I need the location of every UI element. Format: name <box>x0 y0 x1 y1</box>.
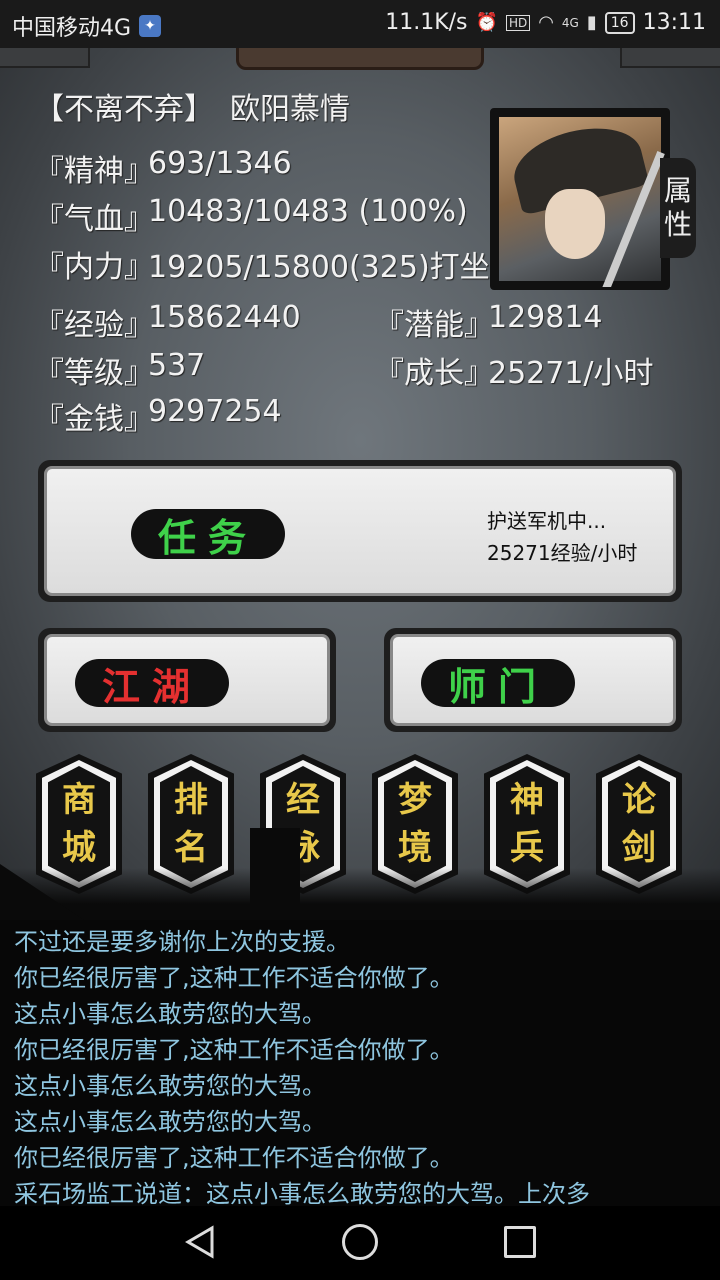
message-log[interactable]: 不过还是要多谢你上次的支援。 你已经很厉害了,这种工作不适合你做了。 这点小事怎… <box>0 920 720 1206</box>
jianghu-button[interactable]: 江湖 <box>38 628 336 732</box>
back-icon[interactable] <box>182 1224 218 1260</box>
divine-weapon-char-1: 神 <box>510 780 544 820</box>
stat-qixue-value: 10483/10483 (100%) <box>148 194 468 229</box>
network-type: 4G <box>561 15 579 30</box>
ranking-char-2: 名 <box>174 828 208 868</box>
log-line: 这点小事怎么敢劳您的大驾。 <box>14 1000 326 1028</box>
sword-duel-char-1: 论 <box>622 780 656 820</box>
stat-chengzhang-label: 『成长』 <box>374 356 494 391</box>
recent-apps-icon[interactable] <box>504 1226 536 1258</box>
log-line: 这点小事怎么敢劳您的大驾。 <box>14 1072 326 1100</box>
ranking-char-1: 排 <box>174 780 208 820</box>
task-status: 护送军机中... <box>487 509 607 533</box>
log-line: 你已经很厉害了,这种工作不适合你做了。 <box>14 1144 454 1172</box>
log-line: 你已经很厉害了,这种工作不适合你做了。 <box>14 964 454 992</box>
task-label-text: 任务 <box>157 514 258 560</box>
shimen-label: 师门 <box>421 659 575 709</box>
task-info: 护送军机中... 25271经验/小时 <box>487 505 637 569</box>
log-line: 采石场监工说道：这点小事怎么敢劳您的大驾。上次多 <box>14 1180 590 1206</box>
stat-dengji-value: 537 <box>148 348 206 383</box>
log-line: 这点小事怎么敢劳您的大驾。 <box>14 1108 326 1136</box>
character-name: 欧阳慕情 <box>230 92 350 127</box>
stat-dengji-label: 『等级』 <box>34 356 154 391</box>
stat-qixue-label: 『气血』 <box>34 202 154 237</box>
attr-tab-char-2: 性 <box>663 208 692 241</box>
stat-jingyan-value: 15862440 <box>148 300 301 335</box>
clock: 13:11 <box>642 10 706 35</box>
shimen-button[interactable]: 师门 <box>384 628 682 732</box>
network-speed: 11.1K/s <box>385 10 468 35</box>
task-button[interactable]: 任务 护送军机中... 25271经验/小时 <box>38 460 682 602</box>
status-bar: 中国移动4G ✦ 11.1K/s ⏰ HD ◠ 4G ▮ 16 13:11 <box>0 0 720 48</box>
stat-chengzhang-value: 25271/小时 <box>488 356 654 391</box>
task-label: 任务 <box>131 509 285 560</box>
divine-weapon-char-2: 兵 <box>510 828 544 868</box>
stat-jingshen-label: 『精神』 <box>34 154 154 189</box>
home-icon[interactable] <box>342 1224 378 1260</box>
dream-char-2: 境 <box>398 828 432 868</box>
stat-qianneng-label: 『潜能』 <box>374 308 494 343</box>
character-portrait[interactable] <box>490 108 670 290</box>
wifi-icon: ◠ <box>538 12 554 33</box>
game-screen: 【不离不弃】 欧阳慕情 『精神』 693/1346 『气血』 10483/104… <box>0 48 720 920</box>
log-line: 你已经很厉害了,这种工作不适合你做了。 <box>14 1036 454 1064</box>
sword-duel-char-2: 剑 <box>622 828 656 868</box>
tab-right[interactable] <box>620 48 720 68</box>
background-tower <box>250 828 300 920</box>
background-silhouette <box>0 868 720 920</box>
battery-icon: 16 <box>604 11 635 34</box>
hd-icon: HD <box>505 14 531 31</box>
stat-jinqian-value: 9297254 <box>148 394 282 429</box>
stat-qianneng-value: 129814 <box>488 300 603 335</box>
alarm-icon: ⏰ <box>475 12 498 33</box>
stat-neili-value: 19205/15800(325)打坐 <box>148 250 490 285</box>
jianghu-label: 江湖 <box>75 659 229 709</box>
shop-char-1: 商 <box>62 780 96 820</box>
signal-icon: ▮ <box>586 12 597 33</box>
notification-icon: ✦ <box>139 15 162 37</box>
shop-char-2: 城 <box>62 828 96 868</box>
tab-left[interactable] <box>0 48 90 68</box>
jianghu-label-text: 江湖 <box>101 663 202 709</box>
log-line: 不过还是要多谢你上次的支援。 <box>14 928 350 956</box>
stat-neili-label: 『内力』 <box>34 250 154 285</box>
shimen-label-text: 师门 <box>447 663 548 709</box>
tab-center[interactable] <box>236 48 484 70</box>
stat-jingyan-label: 『经验』 <box>34 308 154 343</box>
carrier-label: 中国移动4G <box>12 16 132 41</box>
attributes-tab[interactable]: 属 性 <box>660 158 696 258</box>
meridian-char-1: 经 <box>286 780 320 820</box>
top-tab-bar <box>0 48 720 70</box>
navigation-bar <box>0 1206 720 1280</box>
attr-tab-char-1: 属 <box>663 174 692 207</box>
task-rate: 25271经验/小时 <box>487 541 638 565</box>
stat-jingshen-value: 693/1346 <box>148 146 292 181</box>
dream-char-1: 梦 <box>398 780 432 820</box>
character-title: 【不离不弃】 <box>34 92 214 127</box>
stat-jinqian-label: 『金钱』 <box>34 402 154 437</box>
